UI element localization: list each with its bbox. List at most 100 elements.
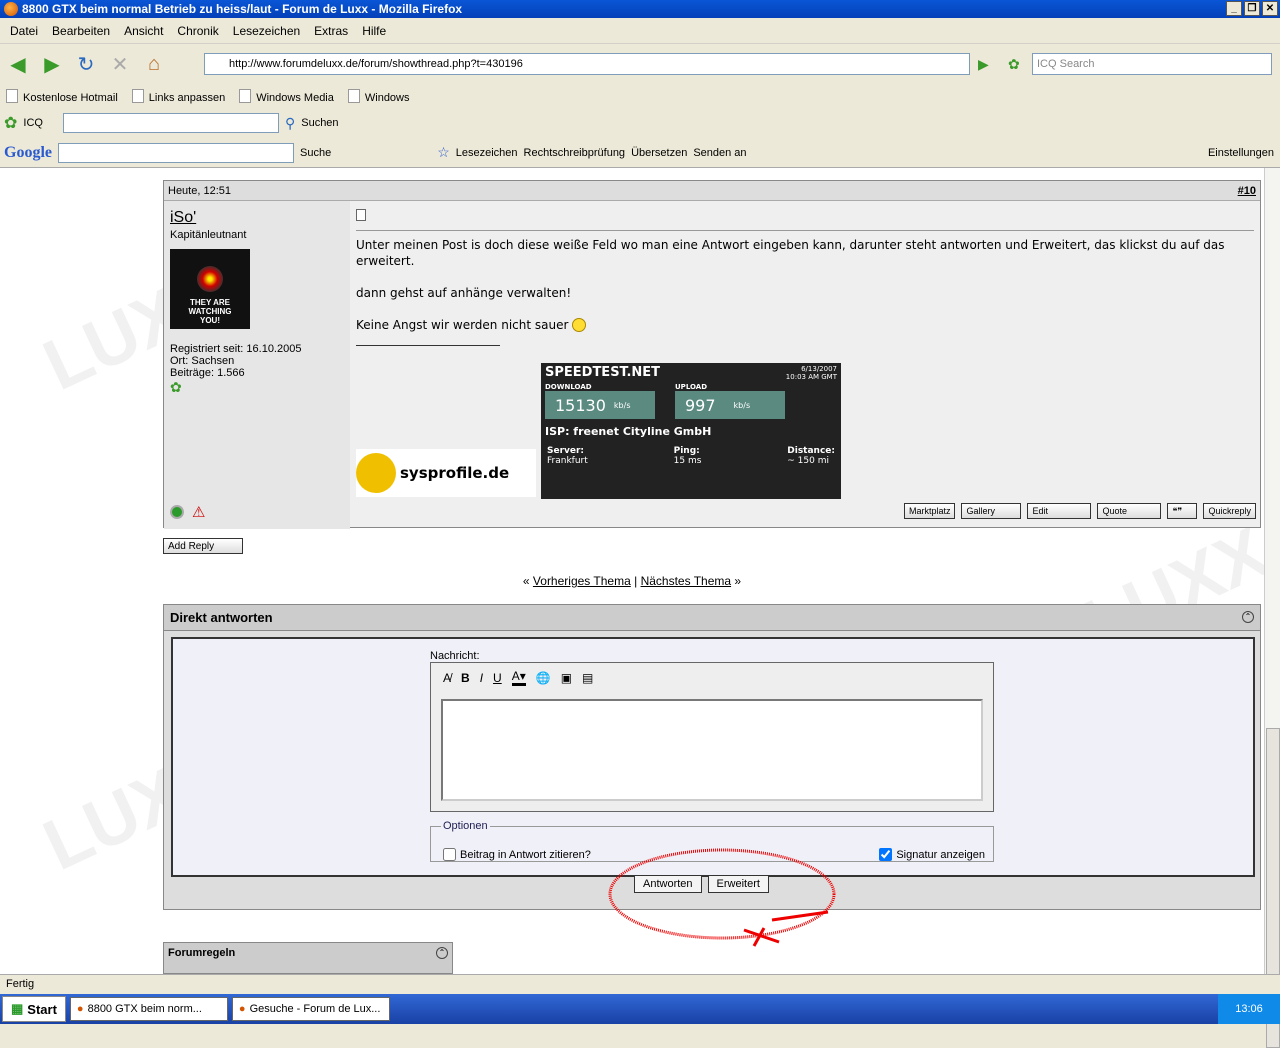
taskbar-item-firefox-2[interactable]: ● Gesuche - Forum de Lux... [231,997,390,1021]
post-document-icon [356,209,366,221]
icq-flower-icon[interactable]: ✿ [1008,56,1020,73]
next-thread-link[interactable]: Nächstes Thema [641,574,732,588]
link-icon[interactable]: 🌐 [536,671,551,685]
go-icon[interactable]: ▶ [978,56,989,73]
icq-label[interactable]: ICQ [23,117,43,129]
edit-button[interactable]: Edit [1027,503,1092,519]
icq-search-input[interactable] [62,113,279,133]
post-message: Unter meinen Post is doch diese weiße Fe… [350,201,1260,529]
marktplatz-button[interactable]: Marktplatz [903,503,956,519]
quote-insert-icon[interactable]: ▤ [582,671,593,685]
bold-icon[interactable]: B [461,671,470,685]
speedtest-banner[interactable]: SPEEDTEST.NET 6/13/2007 10:03 AM GMT DOWN… [541,363,841,499]
google-send-button[interactable]: Senden an [693,147,746,159]
user-location: Ort: Sachsen [170,355,235,367]
taskbar-item-firefox-1[interactable]: ● 8800 GTX beim norm... [69,997,228,1021]
quote-button[interactable]: Quote [1097,503,1162,519]
icq-flower-icon: ✿ [4,115,18,132]
signature-divider [356,345,500,346]
signature-checkbox[interactable] [879,848,893,861]
google-translate-button[interactable]: Übersetzen [631,147,687,159]
prev-thread-link[interactable]: Vorheriges Thema [533,574,631,588]
post-header: Heute, 12:51 #10 [164,181,1260,201]
red-ellipse-annotation [608,848,836,947]
sysprofile-banner[interactable]: sysprofile.de [356,449,536,497]
google-settings-button[interactable]: Einstellungen [1208,147,1274,159]
image-icon[interactable]: ▣ [561,671,572,685]
message-textarea[interactable] [441,699,983,801]
clear-format-icon[interactable]: A̸ [443,671,451,685]
collapse-icon[interactable]: ⌃ [436,947,448,959]
bookmark-links[interactable]: Links anpassen [132,89,225,104]
forum-post: Heute, 12:51 #10 iSo' Kapitänleutnant TH… [163,180,1261,529]
status-bar: Fertig [0,974,1280,994]
search-placeholder: ICQ Search [1037,58,1095,70]
firefox-icon: ● [238,1003,246,1015]
smiley-icon [572,318,587,332]
clock[interactable]: 13:06 [1235,1003,1263,1015]
menu-chronik[interactable]: Chronik [171,22,224,40]
minimize-button[interactable]: _ [1226,1,1242,16]
menu-hilfe[interactable]: Hilfe [356,22,392,40]
speedtest-date: 6/13/2007 [801,365,837,373]
forward-arrow-icon[interactable]: ▶ [38,50,66,78]
bookmarks-toolbar: Kostenlose Hotmail Links anpassen Window… [0,84,1280,108]
upload-unit: kb/s [733,400,751,410]
post-button-row: Marktplatz Gallery Edit Quote ❝❞ Quickre… [903,503,1256,519]
back-arrow-icon[interactable]: ◀ [4,50,32,78]
start-label: Start [27,1001,57,1017]
system-tray: 13:06 [1218,994,1280,1024]
search-input[interactable]: ICQ Search [1032,53,1272,75]
url-bar[interactable]: http://www.forumdeluxx.de/forum/showthre… [204,53,970,75]
editor-toolbar: A̸ B I U A▾ 🌐 ▣ ▤ [431,663,993,692]
icq-search-button[interactable]: Suchen [301,117,338,129]
maximize-button[interactable]: ❐ [1244,1,1260,16]
quote-checkbox[interactable] [443,848,456,861]
navigation-toolbar: ◀ ▶ ↻ ✕ ⌂ http://www.forumdeluxx.de/foru… [0,44,1280,84]
menu-extras[interactable]: Extras [308,22,354,40]
url-text: http://www.forumdeluxx.de/forum/showthre… [229,58,523,70]
home-icon[interactable]: ⌂ [140,50,168,78]
post-body-text: Keine Angst wir werden nicht sauer [356,318,569,332]
bookmark-hotmail[interactable]: Kostenlose Hotmail [6,89,118,104]
gallery-button[interactable]: Gallery [961,503,1022,519]
google-logo[interactable]: Google [4,144,52,162]
panel-title-text: Direkt antworten [170,610,273,625]
post-body-paragraph: Keine Angst wir werden nicht sauer [356,317,1254,333]
start-button[interactable]: ▦ Start [2,996,66,1022]
report-post-icon[interactable]: ⚠ [192,503,205,521]
firefox-icon [4,2,18,16]
taskbar: ▦ Start ● 8800 GTX beim norm... ● Gesuche -… [0,994,1280,1024]
quote-checkbox-label: Beitrag in Antwort zitieren? [460,848,591,861]
user-info: iSo' Kapitänleutnant THEY ARE WATCHING Y… [164,201,350,529]
reload-icon[interactable]: ↻ [72,50,100,78]
stop-icon[interactable]: ✕ [106,50,134,78]
multiquote-icon[interactable]: ❝❞ [1167,503,1198,519]
menu-lesezeichen[interactable]: Lesezeichen [227,22,306,40]
sysprofile-logo-icon [356,453,396,493]
google-spellcheck-button[interactable]: Rechtschreibprüfung [524,147,626,159]
username-link[interactable]: iSo' [170,209,344,227]
underline-icon[interactable]: U [493,671,502,685]
menu-ansicht[interactable]: Ansicht [118,22,169,40]
vertical-scrollbar[interactable] [1264,168,1280,1048]
ping-value: 15 ms [673,456,702,466]
avatar: THEY ARE WATCHING YOU! [170,249,250,329]
google-search-input[interactable] [58,142,294,163]
add-reply-button[interactable]: Add Reply [163,538,243,554]
forum-rules-title: Forumregeln [168,947,236,959]
google-search-button[interactable]: Suche [300,147,331,159]
text-color-icon[interactable]: A▾ [511,669,526,686]
menu-datei[interactable]: Datei [4,22,44,40]
quickreply-button[interactable]: Quickreply [1203,503,1256,519]
bookmark-windows-media[interactable]: Windows Media [239,89,334,104]
bookmark-windows[interactable]: Windows [348,89,410,104]
menu-bearbeiten[interactable]: Bearbeiten [46,22,116,40]
italic-icon[interactable]: I [480,671,483,685]
icq-status-icon[interactable]: ✿ [170,379,344,396]
sysprofile-text: sysprofile.de [400,464,510,482]
google-bookmarks-button[interactable]: Lesezeichen [456,147,518,159]
collapse-icon[interactable]: ⌃ [1242,611,1254,623]
close-button[interactable]: ✕ [1262,1,1278,16]
post-number-link[interactable]: #10 [1238,185,1256,197]
